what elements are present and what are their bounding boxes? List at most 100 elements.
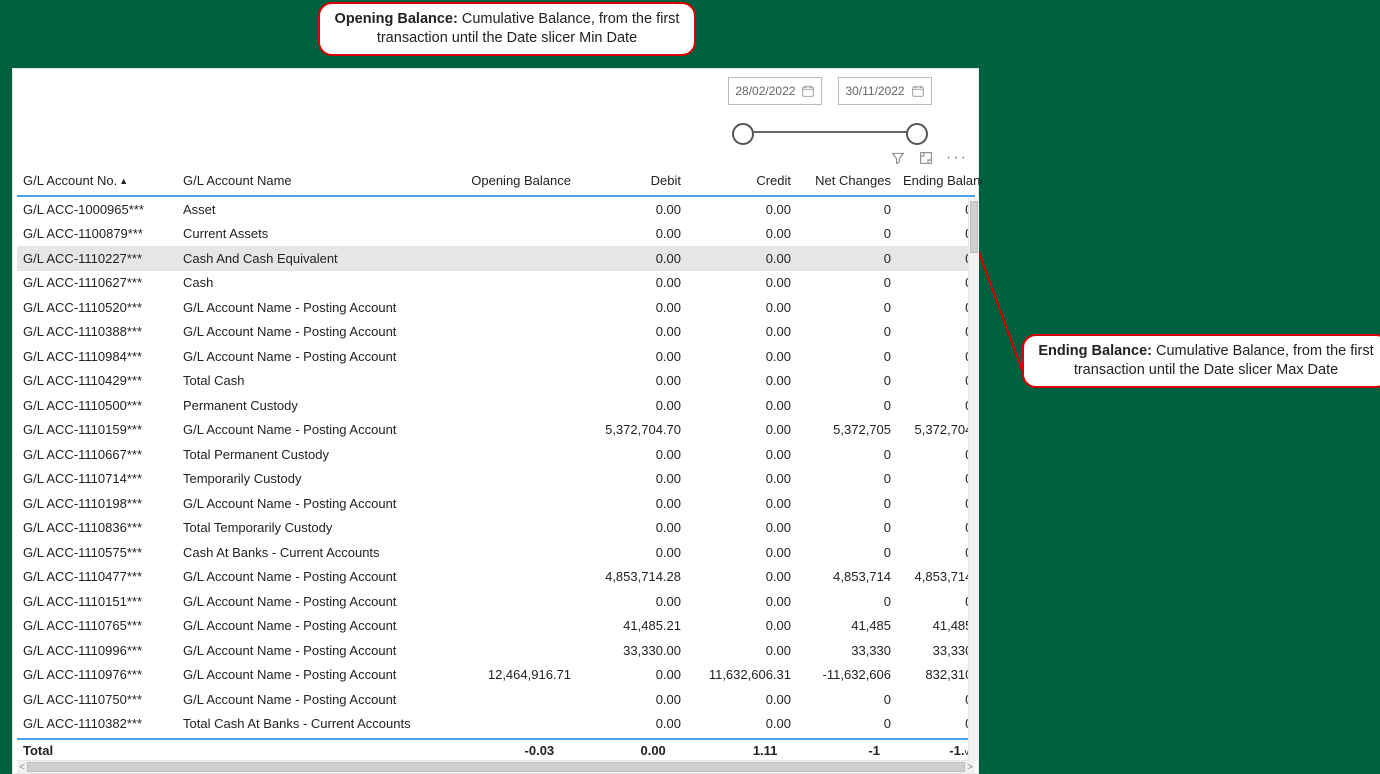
cell-ending: 41,485.: [897, 614, 975, 639]
table-row[interactable]: G/L ACC-1110984***G/L Account Name - Pos…: [17, 344, 975, 369]
more-options-icon[interactable]: ···: [946, 153, 968, 163]
cell-net: 5,372,705: [797, 418, 897, 443]
cell-opening: [447, 418, 577, 443]
cell-ending: 0.: [897, 222, 975, 247]
cell-no: G/L ACC-1110151***: [17, 589, 177, 614]
cell-ending: 4,853,714.: [897, 565, 975, 590]
cell-ending: 5,372,704.: [897, 418, 975, 443]
scroll-right-icon[interactable]: >: [967, 762, 973, 773]
table-row[interactable]: G/L ACC-1110765***G/L Account Name - Pos…: [17, 614, 975, 639]
slider-thumb-end[interactable]: [906, 123, 928, 145]
cell-ending: 0.: [897, 687, 975, 712]
col-ending-balance[interactable]: Ending Balanc⌃: [897, 169, 982, 194]
table-row[interactable]: G/L ACC-1110836***Total Temporarily Cust…: [17, 516, 975, 541]
cell-ending: 832,310.: [897, 663, 975, 688]
date-range-slider[interactable]: [720, 113, 940, 153]
scroll-left-icon[interactable]: <: [19, 762, 25, 773]
cell-credit: 0.00: [687, 418, 797, 443]
table-row[interactable]: G/L ACC-1110477***G/L Account Name - Pos…: [17, 565, 975, 590]
table-row[interactable]: G/L ACC-1110500***Permanent Custody0.000…: [17, 393, 975, 418]
table-row[interactable]: G/L ACC-1110976***G/L Account Name - Pos…: [17, 663, 975, 688]
cell-opening: [447, 344, 577, 369]
vertical-scrollbar[interactable]: [968, 197, 979, 761]
cell-ending: 0.: [897, 271, 975, 296]
col-debit[interactable]: Debit: [577, 169, 687, 194]
table-row[interactable]: G/L ACC-1110151***G/L Account Name - Pos…: [17, 589, 975, 614]
cell-net: -11,632,606: [797, 663, 897, 688]
cell-credit: 0.00: [687, 589, 797, 614]
cell-name: Temporarily Custody: [177, 467, 447, 492]
table-row[interactable]: G/L ACC-1110520***G/L Account Name - Pos…: [17, 295, 975, 320]
cell-name: Current Assets: [177, 222, 447, 247]
trial-balance-table-body: G/L ACC-1000965***Asset0.000.0000.G/L AC…: [17, 197, 975, 736]
cell-ending: 0.: [897, 320, 975, 345]
cell-debit: 0.00: [577, 271, 687, 296]
cell-net: 0: [797, 344, 897, 369]
cell-no: G/L ACC-1110477***: [17, 565, 177, 590]
table-row[interactable]: G/L ACC-1000965***Asset0.000.0000.: [17, 197, 975, 222]
cell-credit: 0.00: [687, 540, 797, 565]
col-net-changes[interactable]: Net Changes: [797, 169, 897, 194]
cell-debit: 0.00: [577, 197, 687, 222]
table-row[interactable]: G/L ACC-1110667***Total Permanent Custod…: [17, 442, 975, 467]
table-row[interactable]: G/L ACC-1110227***Cash And Cash Equivale…: [17, 246, 975, 271]
date-slicer[interactable]: 28/02/2022 30/11/2022: [720, 77, 940, 157]
col-credit[interactable]: Credit: [687, 169, 797, 194]
cell-ending: 0.: [897, 197, 975, 222]
table-row[interactable]: G/L ACC-1110714***Temporarily Custody0.0…: [17, 467, 975, 492]
cell-no: G/L ACC-1110765***: [17, 614, 177, 639]
cell-opening: [447, 638, 577, 663]
cell-name: Permanent Custody: [177, 393, 447, 418]
cell-credit: 0.00: [687, 369, 797, 394]
cell-name: Total Cash At Banks - Current Accounts: [177, 712, 447, 737]
cell-credit: 0.00: [687, 344, 797, 369]
cell-opening: [447, 540, 577, 565]
col-account-name[interactable]: G/L Account Name: [177, 169, 447, 194]
cell-net: 0: [797, 712, 897, 737]
calendar-icon: [911, 84, 925, 98]
cell-net: 0: [797, 467, 897, 492]
cell-name: G/L Account Name - Posting Account: [177, 491, 447, 516]
cell-ending: 0.: [897, 491, 975, 516]
cell-opening: [447, 222, 577, 247]
table-row[interactable]: G/L ACC-1110575***Cash At Banks - Curren…: [17, 540, 975, 565]
cell-net: 0: [797, 197, 897, 222]
col-opening-balance[interactable]: Opening Balance: [447, 169, 577, 194]
filter-icon[interactable]: [890, 150, 906, 166]
table-row[interactable]: G/L ACC-1110750***G/L Account Name - Pos…: [17, 687, 975, 712]
table-row[interactable]: G/L ACC-1110429***Total Cash0.000.0000.: [17, 369, 975, 394]
total-opening: -0.03: [430, 740, 560, 761]
cell-credit: 0.00: [687, 614, 797, 639]
table-row[interactable]: G/L ACC-1110996***G/L Account Name - Pos…: [17, 638, 975, 663]
table-row[interactable]: G/L ACC-1110627***Cash0.000.0000.: [17, 271, 975, 296]
cell-credit: 0.00: [687, 295, 797, 320]
date-start-input[interactable]: 28/02/2022: [728, 77, 822, 105]
horizontal-scroll-thumb[interactable]: [27, 762, 965, 772]
table-row[interactable]: G/L ACC-1110198***G/L Account Name - Pos…: [17, 491, 975, 516]
vertical-scroll-thumb[interactable]: [970, 201, 978, 253]
cell-debit: 0.00: [577, 344, 687, 369]
total-debit: 0.00: [560, 740, 672, 761]
cell-ending: 0.: [897, 442, 975, 467]
trial-balance-table-header: G/L Account No.▲ G/L Account Name Openin…: [17, 169, 982, 194]
cell-no: G/L ACC-1110714***: [17, 467, 177, 492]
table-row[interactable]: G/L ACC-1110382***Total Cash At Banks - …: [17, 712, 975, 737]
cell-name: G/L Account Name - Posting Account: [177, 344, 447, 369]
cell-net: 0: [797, 271, 897, 296]
cell-ending: 33,330.: [897, 638, 975, 663]
cell-debit: 0.00: [577, 516, 687, 541]
cell-net: 0: [797, 246, 897, 271]
date-end-input[interactable]: 30/11/2022: [838, 77, 931, 105]
cell-net: 0: [797, 491, 897, 516]
col-account-no[interactable]: G/L Account No.▲: [17, 169, 177, 194]
total-net: -1: [783, 740, 886, 761]
slider-thumb-start[interactable]: [732, 123, 754, 145]
table-row[interactable]: G/L ACC-1110388***G/L Account Name - Pos…: [17, 320, 975, 345]
table-row[interactable]: G/L ACC-1110159***G/L Account Name - Pos…: [17, 418, 975, 443]
cell-debit: 0.00: [577, 295, 687, 320]
table-row[interactable]: G/L ACC-1100879***Current Assets0.000.00…: [17, 222, 975, 247]
focus-mode-icon[interactable]: [918, 150, 934, 166]
horizontal-scrollbar[interactable]: < >: [17, 760, 975, 773]
cell-opening: [447, 442, 577, 467]
cell-opening: [447, 687, 577, 712]
